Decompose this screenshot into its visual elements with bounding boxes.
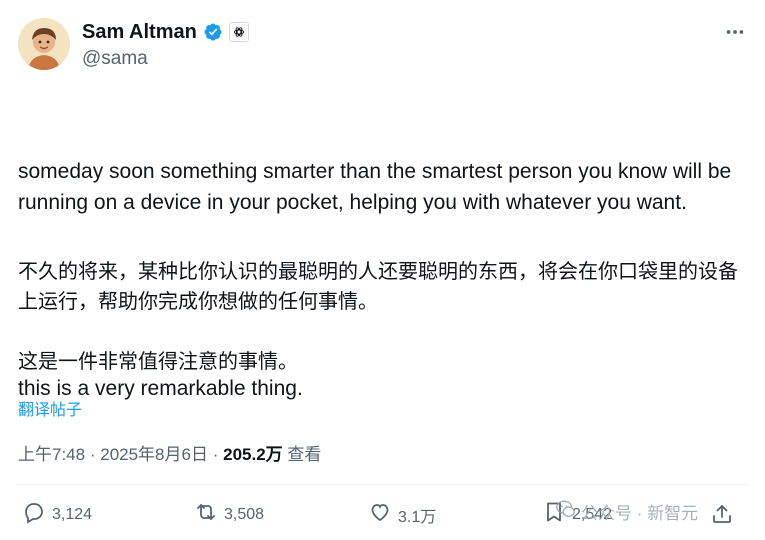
tweet-time[interactable]: 上午7:48 bbox=[18, 445, 85, 464]
author-name-row: Sam Altman bbox=[82, 20, 249, 44]
meta-separator: · bbox=[89, 445, 96, 464]
repost-icon bbox=[194, 500, 218, 529]
translated-text: 不久的将来，某种比你认识的最聪明的人还要聪明的东西，将会在你口袋里的设备上运行，… bbox=[18, 257, 753, 377]
tweet-paragraph: someday soon something smarter than the … bbox=[18, 160, 738, 214]
translated-paragraph: 不久的将来，某种比你认识的最聪明的人还要聪明的东西，将会在你口袋里的设备上运行，… bbox=[18, 261, 738, 313]
author-handle[interactable]: @sama bbox=[82, 48, 148, 70]
repost-button[interactable]: 3,508 bbox=[194, 500, 264, 529]
like-count: 3.1万 bbox=[398, 508, 437, 526]
more-horizontal-icon[interactable] bbox=[723, 22, 747, 42]
verified-badge-icon bbox=[203, 22, 223, 42]
wechat-logo-icon bbox=[555, 498, 577, 525]
translated-paragraph: 这是一件非常值得注意的事情。 bbox=[18, 351, 298, 373]
views-label: 查看 bbox=[287, 445, 322, 464]
translate-post-link[interactable]: 翻译帖子 bbox=[18, 396, 82, 420]
avatar[interactable] bbox=[18, 18, 70, 70]
tweet-paragraph: this is a very remarkable thing. bbox=[18, 377, 303, 400]
share-icon[interactable] bbox=[710, 502, 734, 526]
openai-affiliate-icon[interactable] bbox=[228, 22, 249, 42]
tweet-date[interactable]: 2025年8月6日 bbox=[100, 445, 208, 464]
reply-button[interactable]: 3,124 bbox=[22, 500, 92, 529]
author-display-name[interactable]: Sam Altman bbox=[82, 21, 197, 44]
views-count: 205.2万 bbox=[223, 445, 283, 464]
meta-separator: · bbox=[212, 445, 219, 464]
like-button[interactable]: 3.1万 bbox=[368, 500, 436, 529]
heart-icon bbox=[368, 500, 392, 529]
watermark: 公众号 · 新智元 bbox=[555, 498, 698, 525]
divider bbox=[16, 484, 749, 485]
tweet-meta: 上午7:48 · 2025年8月6日 · 205.2万 查看 bbox=[18, 440, 321, 465]
reply-icon bbox=[22, 500, 46, 529]
watermark-text: 公众号 · 新智元 bbox=[581, 504, 699, 523]
repost-count: 3,508 bbox=[224, 505, 265, 523]
tweet-header: Sam Altman @sama bbox=[16, 14, 749, 72]
reply-count: 3,124 bbox=[52, 505, 93, 523]
